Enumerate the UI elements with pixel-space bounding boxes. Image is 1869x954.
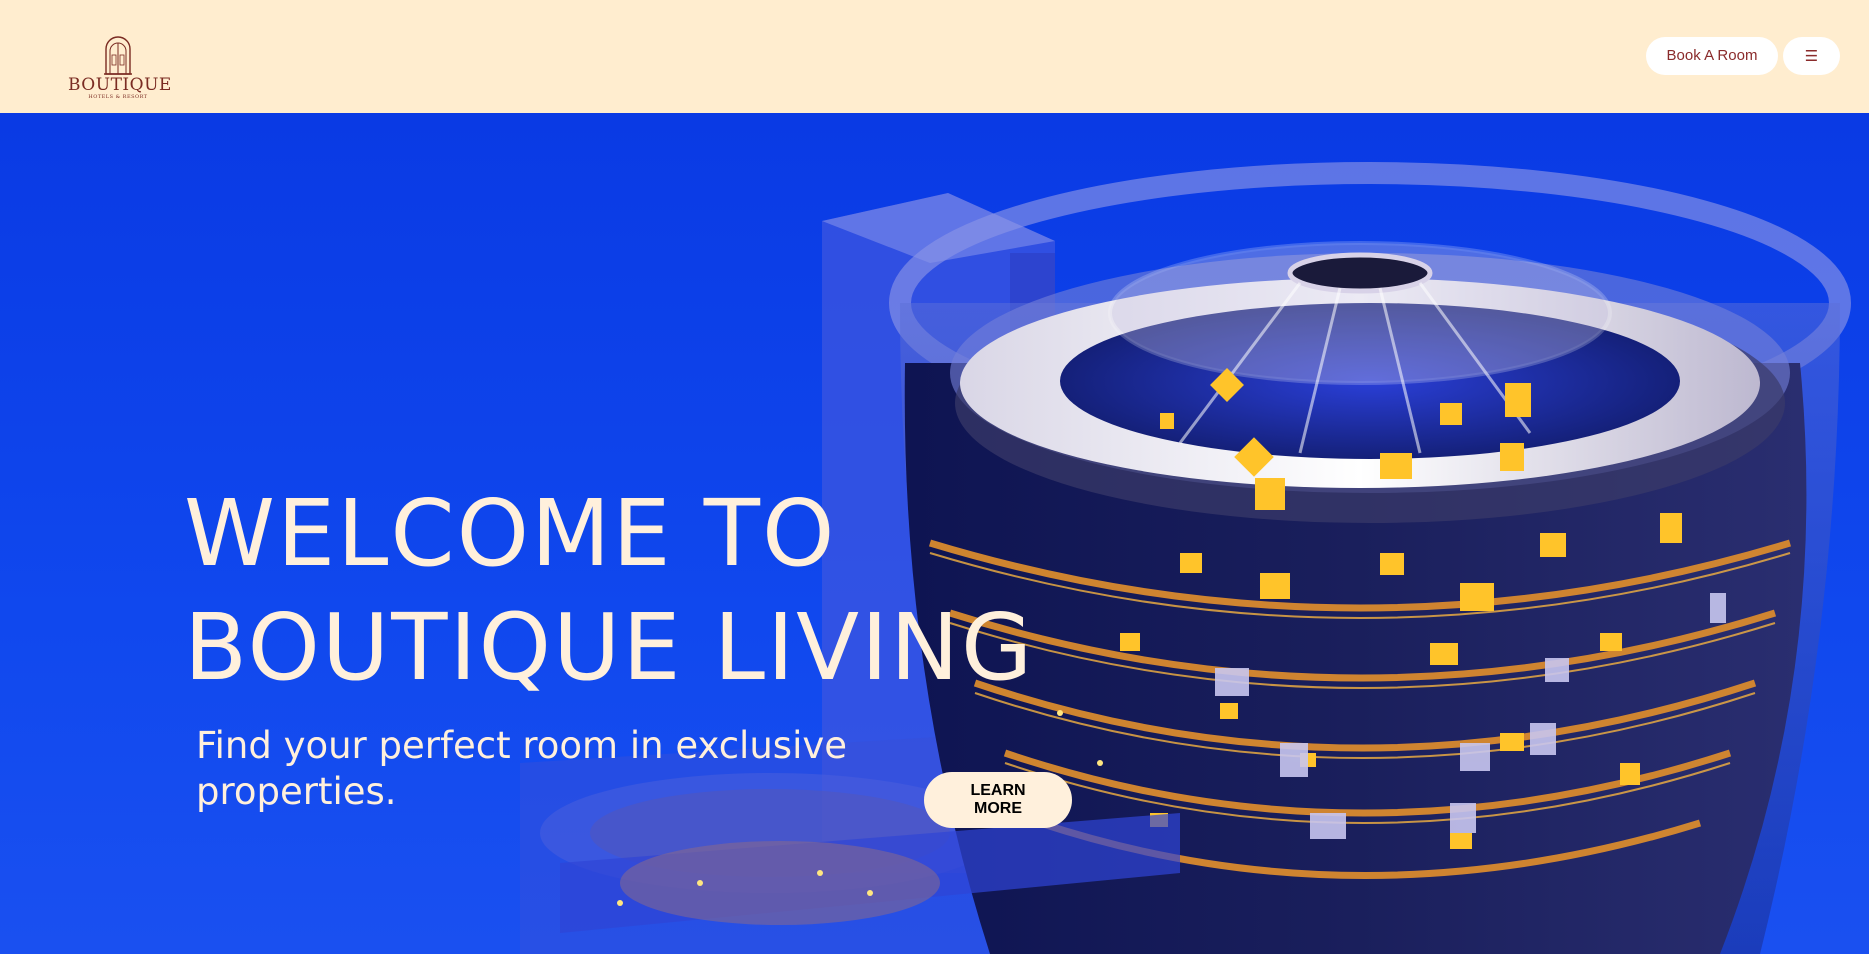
- book-a-room-button[interactable]: Book A Room: [1646, 37, 1778, 75]
- learn-more-label: LEARN MORE: [970, 782, 1026, 817]
- learn-more-button[interactable]: LEARN MORE: [924, 772, 1072, 828]
- hero-subtitle: Find your perfect room in exclusive prop…: [196, 724, 848, 813]
- arched-door-icon: [104, 36, 132, 75]
- brand-logo[interactable]: BOUTIQUE HOTELS & RESORT: [68, 35, 172, 107]
- hero-title: WELCOME TO BOUTIQUE LIVING: [184, 477, 1034, 705]
- site-header: BOUTIQUE HOTELS & RESORT Book A Room ☰: [0, 0, 1869, 113]
- page: BOUTIQUE HOTELS & RESORT Book A Room ☰ W…: [0, 0, 1869, 954]
- hero-title-line-2: BOUTIQUE LIVING: [184, 594, 1035, 701]
- hamburger-menu-icon: ☰: [1804, 47, 1819, 65]
- menu-button[interactable]: ☰: [1783, 37, 1840, 75]
- logo-wordmark: BOUTIQUE: [68, 75, 172, 95]
- hero-section: WELCOME TO BOUTIQUE LIVING Find your per…: [0, 113, 1869, 954]
- hero-title-line-1: WELCOME TO: [184, 480, 837, 587]
